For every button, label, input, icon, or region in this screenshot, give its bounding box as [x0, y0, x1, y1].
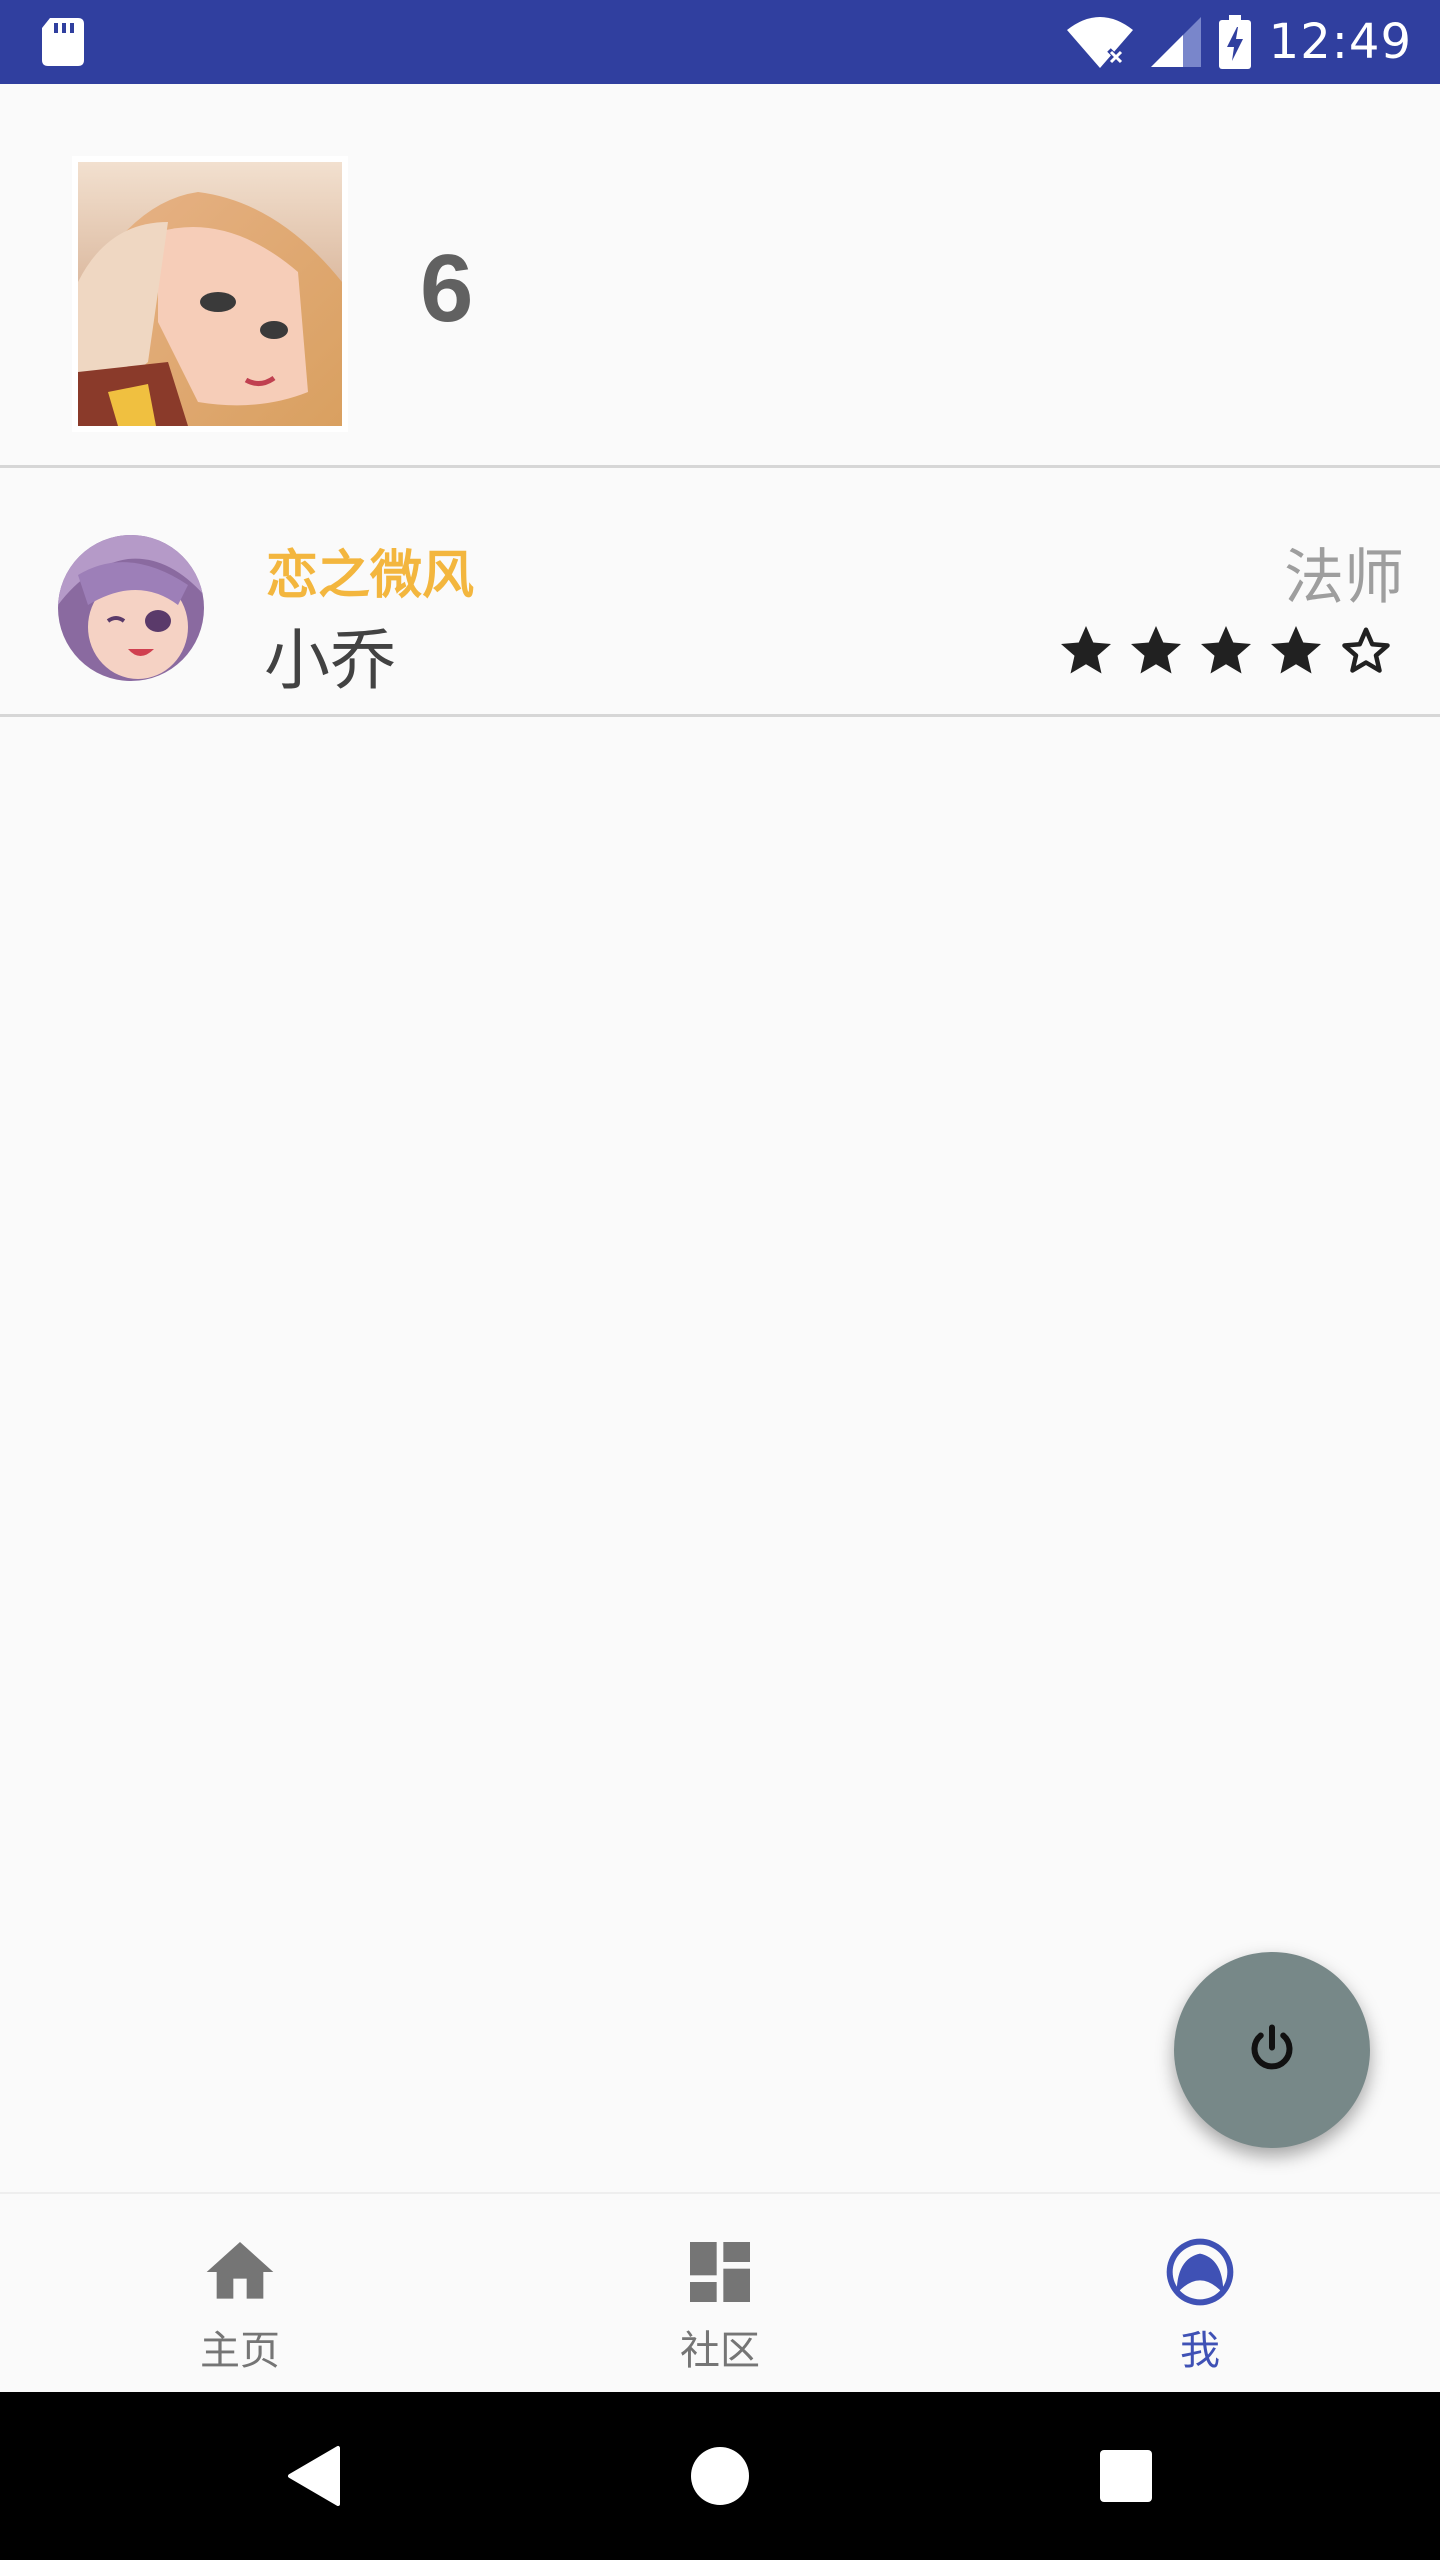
- recents-icon[interactable]: [1086, 2436, 1166, 2516]
- hero-rating: [1056, 621, 1396, 681]
- nav-item-community[interactable]: 社区: [480, 2194, 960, 2392]
- signal-icon: [1150, 17, 1201, 67]
- power-fab-button[interactable]: [1174, 1952, 1370, 2148]
- hero-role: 法师: [1284, 543, 1404, 613]
- dashboard-icon: [690, 2242, 750, 2302]
- star-filled-icon: [1061, 626, 1111, 674]
- nav-item-label: 我: [1180, 2328, 1220, 2374]
- star-filled-icon: [1271, 626, 1321, 674]
- star-empty-icon: [1342, 627, 1390, 673]
- player-level: 6: [420, 235, 474, 342]
- status-bar: 12:49: [0, 0, 1440, 84]
- bottom-navigation: 主页 社区 我: [0, 2192, 1440, 2392]
- power-icon: [1251, 2024, 1293, 2070]
- anime-girl-avatar-image: [78, 162, 342, 426]
- nav-item-label: 主页: [200, 2328, 280, 2374]
- star-filled-icon: [1201, 626, 1251, 674]
- hero-name: 小乔: [264, 622, 396, 699]
- hero-list-item[interactable]: 恋之微风 小乔 法师: [0, 471, 1440, 717]
- home-circle-icon[interactable]: [680, 2436, 760, 2516]
- wifi-icon: [1066, 17, 1133, 68]
- back-icon[interactable]: [276, 2436, 356, 2516]
- system-navigation-bar: [0, 2392, 1440, 2560]
- hero-portrait-image: [58, 535, 204, 681]
- profile-icon: [1166, 2238, 1234, 2306]
- home-icon: [206, 2242, 274, 2299]
- profile-avatar[interactable]: [72, 156, 348, 432]
- nav-item-home[interactable]: 主页: [0, 2194, 480, 2392]
- star-filled-icon: [1131, 626, 1181, 674]
- hero-skin-name: 恋之微风: [266, 546, 475, 606]
- battery-charging-icon: [1218, 15, 1251, 69]
- profile-header: 6: [0, 84, 1440, 468]
- status-clock: 12:49: [1268, 14, 1412, 70]
- sd-card-icon: [42, 18, 84, 66]
- hero-avatar: [58, 535, 204, 681]
- nav-item-label: 社区: [680, 2328, 760, 2374]
- status-icons: 12:49: [1066, 0, 1412, 84]
- nav-item-me[interactable]: 我: [960, 2194, 1440, 2392]
